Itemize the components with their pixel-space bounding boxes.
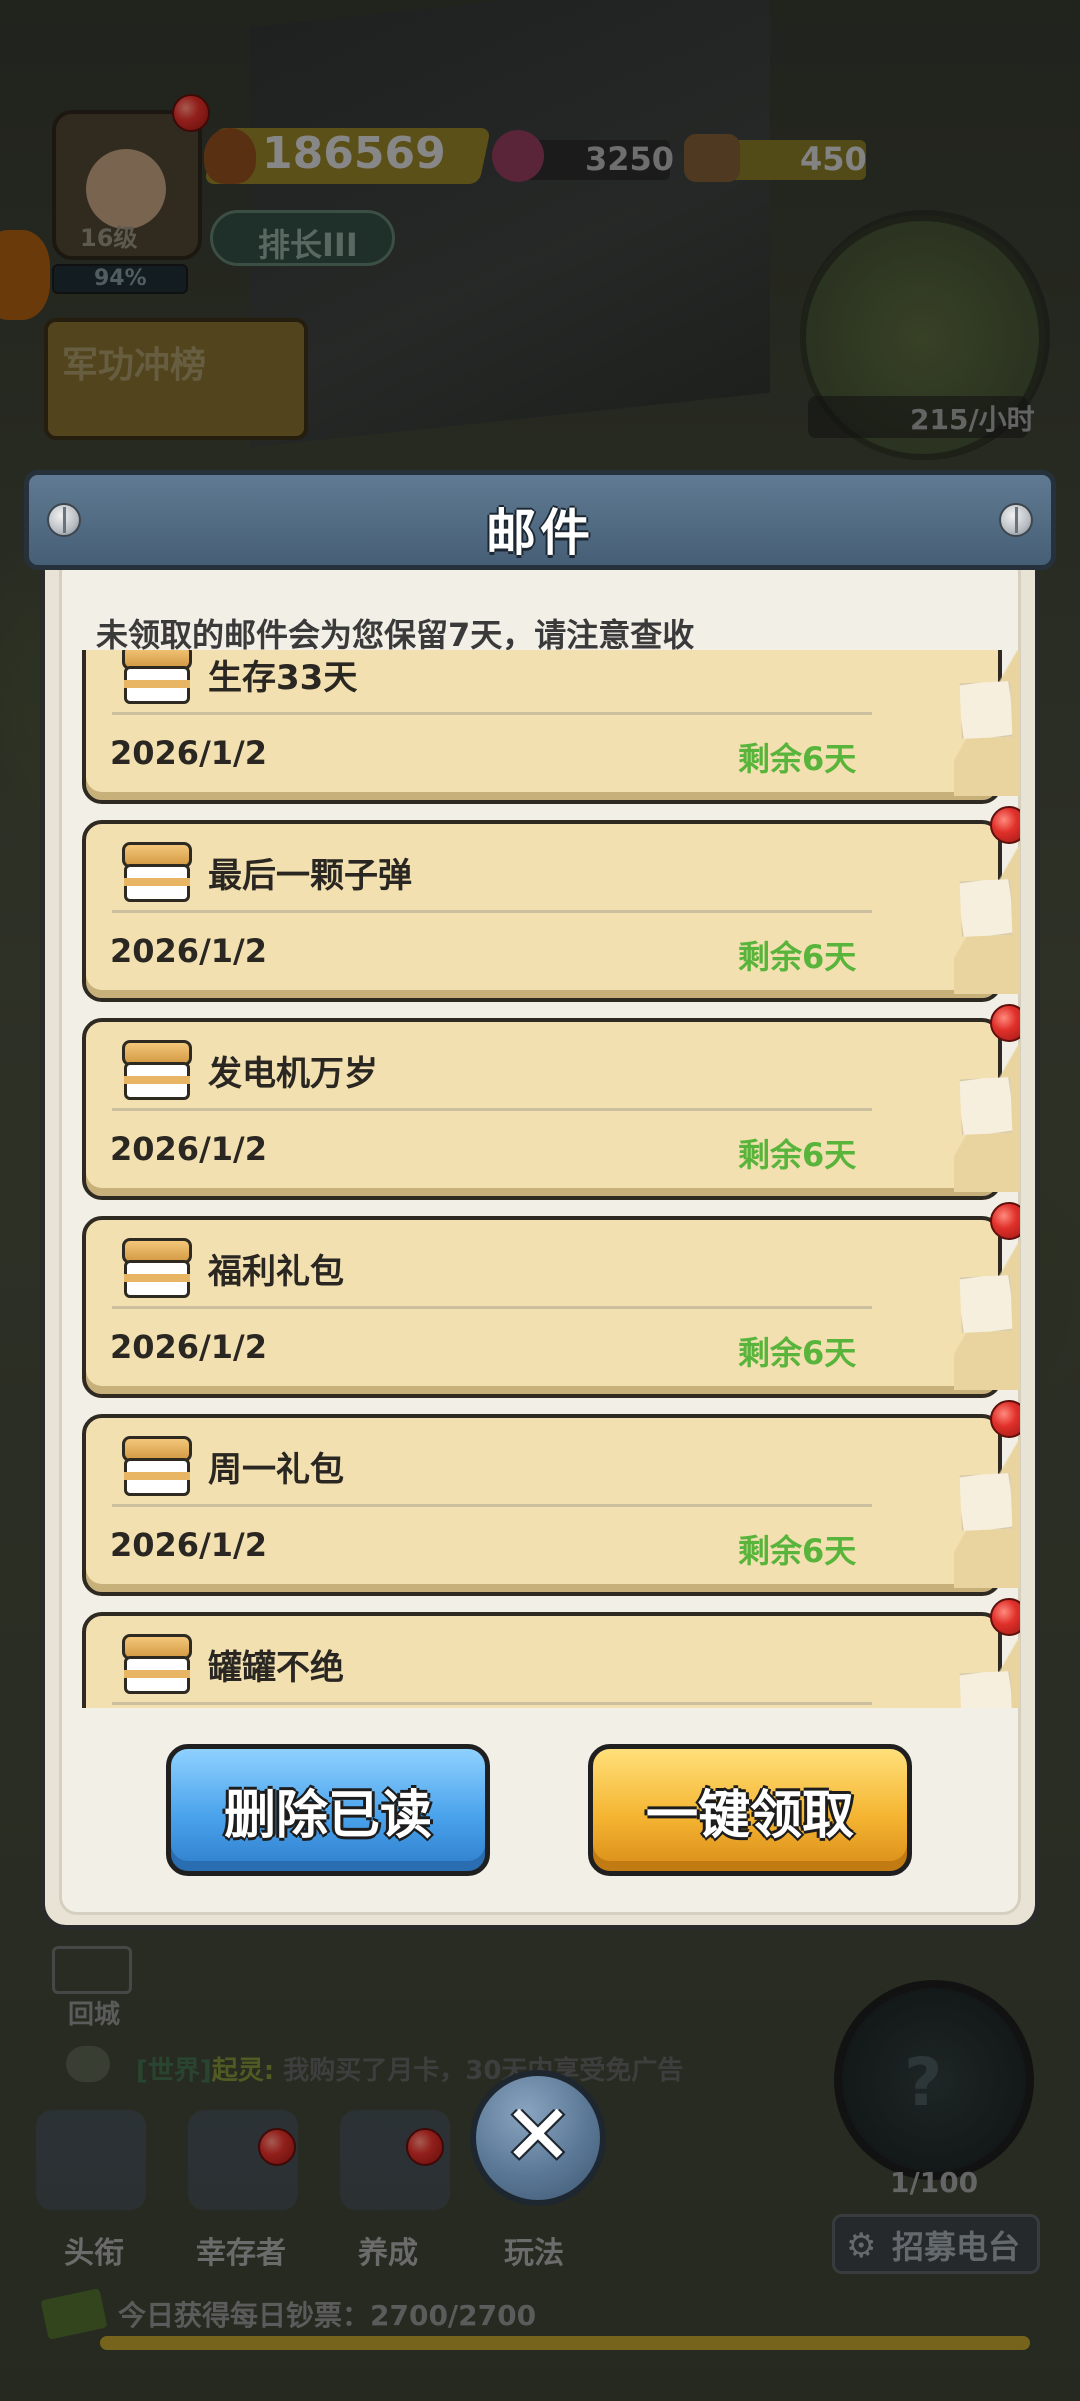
mail-item[interactable]: 福利礼包 2026/1/2 剩余6天 <box>82 1202 1020 1398</box>
mail-list-viewport[interactable]: 生存33天 2026/1/2 剩余6天 最后一颗子弹 2026/1/2 剩余6天 发电机万岁… <box>70 650 1020 1708</box>
mail-dialog-title: 邮件 <box>486 504 594 562</box>
mail-divider <box>112 1504 872 1507</box>
unread-red-dot <box>990 1400 1020 1438</box>
mail-title: 罐罐不绝 <box>208 1648 344 1688</box>
mail-remaining: 剩余6天 <box>738 1136 857 1174</box>
mail-title: 周一礼包 <box>208 1450 344 1490</box>
unread-red-dot <box>990 806 1020 844</box>
close-icon: ✕ <box>502 2086 574 2184</box>
delete-read-button[interactable]: 删除已读 <box>166 1744 490 1876</box>
mail-stamp <box>954 1270 1018 1337</box>
mail-item[interactable]: 生存33天 2026/1/2 剩余6天 <box>82 650 1020 804</box>
unread-red-dot <box>990 1004 1020 1042</box>
mail-box-icon <box>122 1040 192 1100</box>
unread-red-dot <box>990 1598 1020 1636</box>
mail-item[interactable]: 周一礼包 2026/1/2 剩余6天 <box>82 1400 1020 1596</box>
unread-red-dot <box>990 1202 1020 1240</box>
mail-title: 最后一颗子弹 <box>208 856 412 896</box>
mail-dialog-header: 邮件 <box>24 470 1056 570</box>
mail-box-icon <box>122 1238 192 1298</box>
mail-remaining: 剩余6天 <box>738 740 857 778</box>
mail-date: 2026/1/2 <box>110 932 267 970</box>
rivet-icon <box>999 503 1033 537</box>
mail-date: 2026/1/2 <box>110 1328 267 1366</box>
mail-box-icon <box>122 650 192 704</box>
mail-stamp <box>954 1072 1018 1139</box>
mail-divider <box>112 910 872 913</box>
mail-item[interactable]: 发电机万岁 2026/1/2 剩余6天 <box>82 1004 1020 1200</box>
mail-remaining: 剩余6天 <box>738 1532 857 1570</box>
mail-box-icon <box>122 1634 192 1694</box>
mail-date: 2026/1/2 <box>110 734 267 772</box>
mail-divider <box>112 712 872 715</box>
mail-title: 发电机万岁 <box>208 1054 378 1094</box>
mail-remaining: 剩余6天 <box>738 938 857 976</box>
mail-title: 福利礼包 <box>208 1252 344 1292</box>
mail-date: 2026/1/2 <box>110 1526 267 1564</box>
mail-box-icon <box>122 1436 192 1496</box>
mail-divider <box>112 1108 872 1111</box>
mail-title: 生存33天 <box>208 658 358 698</box>
mail-divider <box>112 1702 872 1705</box>
mail-divider <box>112 1306 872 1309</box>
mail-stamp <box>954 676 1018 743</box>
mail-item[interactable]: 罐罐不绝2026/1/2剩余6天 <box>82 1598 1020 1708</box>
mail-stamp <box>954 1468 1018 1535</box>
mail-item[interactable]: 最后一颗子弹 2026/1/2 剩余6天 <box>82 806 1020 1002</box>
mail-stamp <box>954 874 1018 941</box>
mail-box-icon <box>122 842 192 902</box>
mail-remaining: 剩余6天 <box>738 1334 857 1372</box>
close-dialog-button[interactable]: ✕ <box>470 2070 606 2206</box>
claim-all-button[interactable]: 一键领取 <box>588 1744 912 1876</box>
mail-date: 2026/1/2 <box>110 1130 267 1168</box>
